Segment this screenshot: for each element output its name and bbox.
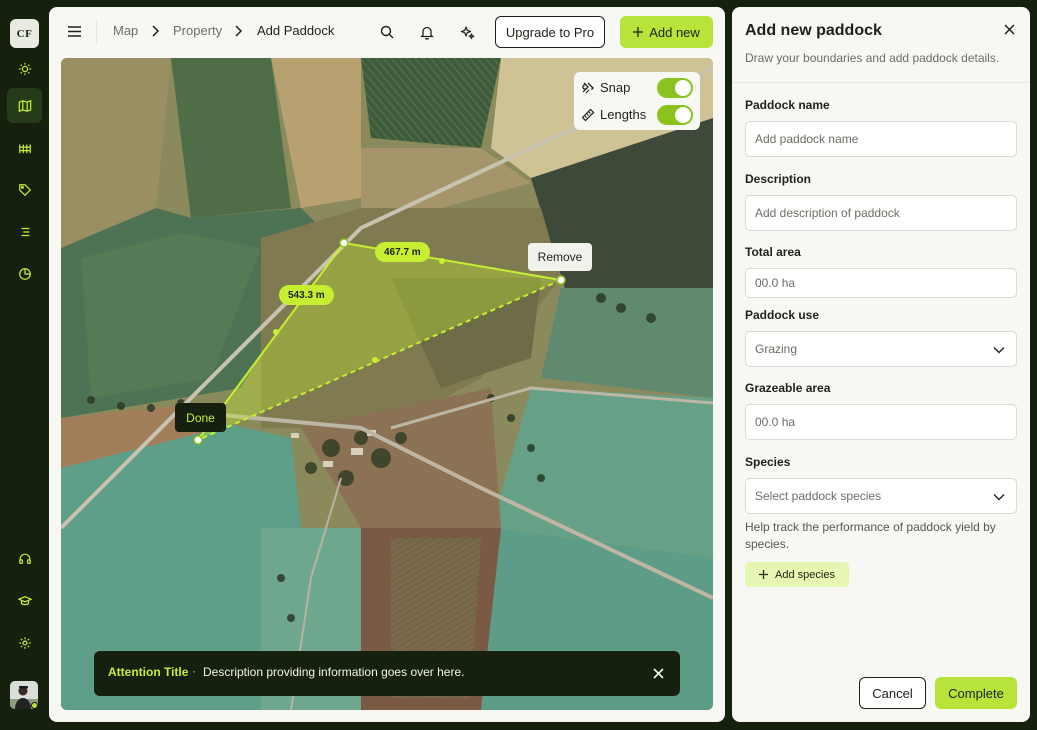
add-new-label: Add new bbox=[649, 24, 700, 40]
species-label: Species bbox=[745, 455, 791, 469]
satellite-imagery bbox=[61, 58, 713, 710]
sidebar-rail: CF bbox=[0, 0, 48, 730]
done-drawing-button[interactable]: Done bbox=[175, 403, 226, 432]
main-area: Map Property Add Paddock Upgrade to Pro … bbox=[49, 7, 725, 722]
pie-chart-icon bbox=[18, 267, 31, 280]
search-icon bbox=[380, 25, 394, 39]
map-toggles-panel: Snap Lengths bbox=[574, 72, 700, 130]
add-paddock-panel: Add new paddock Draw your boundaries and… bbox=[732, 7, 1030, 722]
plus-icon bbox=[759, 570, 769, 579]
magnet-icon bbox=[582, 82, 594, 94]
app-logo: CF bbox=[10, 19, 39, 48]
hamburger-icon bbox=[67, 25, 81, 37]
paddock-name-label: Paddock name bbox=[745, 98, 830, 112]
total-area-label: Total area bbox=[745, 245, 801, 259]
rail-item-list[interactable] bbox=[7, 214, 42, 249]
chevron-down-icon bbox=[993, 347, 1005, 354]
species-select[interactable]: Select paddock species bbox=[745, 478, 1017, 514]
add-species-button[interactable]: Add species bbox=[745, 562, 849, 587]
toast-title: Attention Title bbox=[108, 665, 189, 679]
total-area-input[interactable] bbox=[745, 268, 1017, 298]
description-input[interactable] bbox=[745, 195, 1017, 231]
rail-item-learn[interactable] bbox=[7, 583, 42, 618]
remove-point-button[interactable]: Remove bbox=[528, 243, 592, 271]
bell-icon bbox=[420, 26, 434, 40]
rail-item-support[interactable] bbox=[7, 541, 42, 576]
upgrade-button[interactable]: Upgrade to Pro bbox=[495, 16, 605, 48]
breadcrumb-add-paddock: Add Paddock bbox=[257, 23, 335, 38]
rail-item-map[interactable] bbox=[7, 88, 42, 123]
chevron-right-icon bbox=[235, 25, 243, 37]
toast-close-button[interactable] bbox=[650, 665, 666, 681]
toast-description: Description providing information goes o… bbox=[203, 665, 465, 679]
breadcrumb-map[interactable]: Map bbox=[113, 23, 138, 38]
species-help-text: Help track the performance of paddock yi… bbox=[745, 520, 996, 551]
paddock-use-label: Paddock use bbox=[745, 308, 820, 322]
edge-length-label: 543.3 m bbox=[279, 285, 334, 305]
close-icon bbox=[652, 667, 664, 679]
lengths-switch[interactable] bbox=[657, 105, 693, 125]
grazeable-area-input[interactable] bbox=[745, 404, 1017, 440]
top-bar: Map Property Add Paddock Upgrade to Pro … bbox=[49, 7, 725, 57]
chevron-right-icon bbox=[152, 25, 160, 37]
ai-assist-button[interactable] bbox=[456, 21, 478, 43]
breadcrumb-property[interactable]: Property bbox=[173, 23, 222, 38]
cancel-button[interactable]: Cancel bbox=[859, 677, 926, 709]
description-label: Description bbox=[745, 172, 812, 186]
notifications-button[interactable] bbox=[416, 21, 438, 43]
divider bbox=[732, 82, 1030, 83]
rail-item-settings[interactable] bbox=[7, 625, 42, 660]
lengths-toggle-row: Lengths bbox=[574, 101, 700, 128]
snap-label: Snap bbox=[600, 80, 631, 95]
ruler-icon bbox=[581, 108, 595, 122]
panel-title: Add new paddock bbox=[745, 22, 882, 39]
snap-toggle-row: Snap bbox=[574, 74, 700, 101]
snap-switch[interactable] bbox=[657, 78, 693, 98]
sun-icon bbox=[18, 62, 31, 75]
divider bbox=[96, 21, 97, 43]
sparkle-icon bbox=[460, 25, 474, 39]
close-icon bbox=[1003, 23, 1015, 35]
rail-item-weather[interactable] bbox=[7, 51, 42, 86]
paddock-use-value: Grazing bbox=[755, 342, 798, 356]
grazeable-area-label: Grazeable area bbox=[745, 381, 831, 395]
menu-button[interactable] bbox=[65, 22, 83, 40]
add-species-label: Add species bbox=[775, 568, 835, 581]
headset-icon bbox=[18, 553, 31, 564]
panel-close-button[interactable] bbox=[1000, 20, 1018, 38]
plus-icon bbox=[633, 27, 644, 37]
list-icon bbox=[21, 227, 29, 236]
toast-separator: · bbox=[192, 664, 196, 678]
graduation-cap-icon bbox=[17, 595, 32, 605]
map-icon bbox=[18, 99, 31, 112]
rail-item-fences[interactable] bbox=[7, 130, 42, 165]
lengths-label: Lengths bbox=[600, 107, 647, 122]
complete-button[interactable]: Complete bbox=[935, 677, 1017, 709]
fence-icon bbox=[18, 144, 31, 153]
paddock-name-input[interactable] bbox=[745, 121, 1017, 157]
attention-toast: Attention Title · Description providing … bbox=[94, 651, 680, 696]
online-status-dot bbox=[31, 702, 38, 709]
gear-icon bbox=[18, 636, 31, 649]
rail-item-tags[interactable] bbox=[7, 172, 42, 207]
search-button[interactable] bbox=[376, 21, 398, 43]
panel-subtitle: Draw your boundaries and add paddock det… bbox=[745, 51, 1000, 65]
tag-icon bbox=[18, 183, 31, 196]
species-placeholder: Select paddock species bbox=[755, 489, 882, 503]
chevron-down-icon bbox=[993, 494, 1005, 501]
satellite-map[interactable]: Snap Lengths 467.7 m 543.3 m Remove Done… bbox=[61, 58, 713, 710]
paddock-use-select[interactable]: Grazing bbox=[745, 331, 1017, 367]
edge-length-label: 467.7 m bbox=[375, 242, 430, 262]
add-new-button[interactable]: Add new bbox=[620, 16, 713, 48]
rail-item-reports[interactable] bbox=[7, 256, 42, 291]
